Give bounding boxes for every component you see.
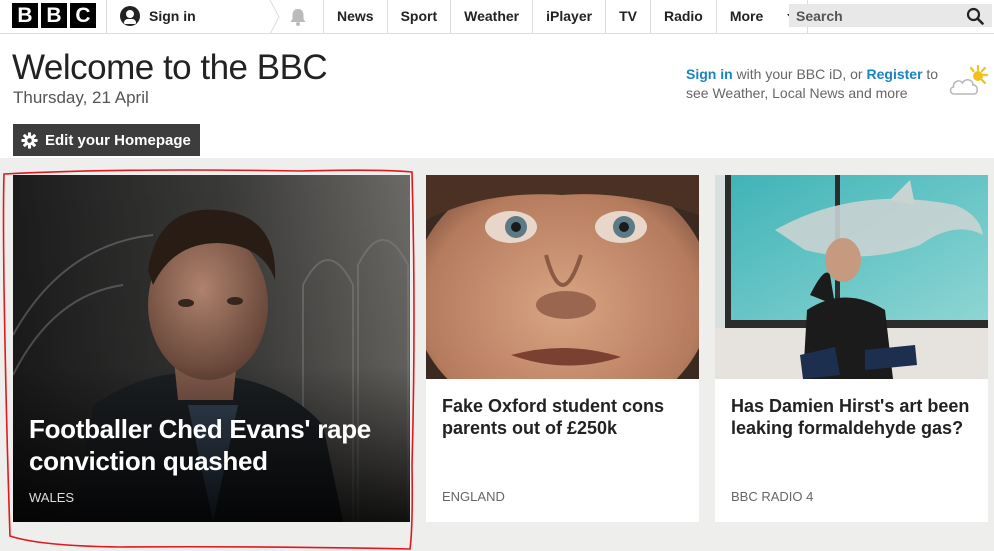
current-date: Thursday, 21 April: [13, 88, 149, 107]
story-headline[interactable]: Footballer Ched Evans' rape conviction q…: [29, 413, 390, 477]
bell-icon[interactable]: [288, 7, 308, 27]
promo-signin-link[interactable]: Sign in: [686, 66, 733, 82]
story-tag[interactable]: BBC RADIO 4: [731, 489, 813, 504]
user-icon: [120, 6, 140, 26]
logo-letter-c: C: [70, 3, 96, 28]
story-headline[interactable]: Fake Oxford student cons parents out of …: [442, 395, 685, 439]
nav-radio[interactable]: Radio: [649, 0, 716, 34]
top-navigation: B B C Sign in News Sport Weather iPlayer…: [0, 0, 994, 34]
story-card[interactable]: Has Damien Hirst's art been leaking form…: [715, 175, 988, 522]
bbc-logo[interactable]: B B C: [12, 3, 96, 28]
chevron-divider-icon: [269, 0, 280, 34]
weather-cloud-sun-icon: [949, 64, 989, 95]
story-card[interactable]: Fake Oxford student cons parents out of …: [426, 175, 699, 522]
signin-button[interactable]: Sign in: [120, 6, 196, 26]
search-input[interactable]: [789, 4, 959, 27]
story-tag[interactable]: WALES: [29, 490, 74, 505]
story-card-lead[interactable]: Footballer Ched Evans' rape conviction q…: [13, 175, 410, 522]
logo-letter-b1: B: [12, 3, 38, 28]
nav-weather[interactable]: Weather: [450, 0, 532, 34]
main-nav: News Sport Weather iPlayer TV Radio More: [323, 0, 808, 34]
nav-news[interactable]: News: [323, 0, 387, 34]
nav-more-label: More: [729, 8, 764, 24]
search-icon[interactable]: [966, 7, 984, 25]
story-tag[interactable]: ENGLAND: [442, 489, 505, 504]
signin-label: Sign in: [149, 8, 196, 24]
edit-homepage-button[interactable]: Edit your Homepage: [13, 124, 200, 156]
page-title: Welcome to the BBC: [12, 48, 328, 87]
nav-tv[interactable]: TV: [605, 0, 650, 34]
divider: [106, 0, 107, 34]
signin-promo: Sign in with your BBC iD, or Register to…: [686, 65, 946, 103]
edit-homepage-label: Edit your Homepage: [45, 131, 191, 149]
promo-text-1: with your BBC iD, or: [732, 66, 867, 82]
story-headline[interactable]: Has Damien Hirst's art been leaking form…: [731, 395, 974, 439]
story-image-hirst-shark: [715, 175, 988, 379]
story-image-student: [426, 175, 699, 379]
search-box: [789, 4, 992, 27]
nav-iplayer[interactable]: iPlayer: [532, 0, 605, 34]
promo-register-link[interactable]: Register: [867, 66, 923, 82]
logo-letter-b2: B: [41, 3, 67, 28]
nav-sport[interactable]: Sport: [386, 0, 451, 34]
gear-icon: [21, 131, 38, 149]
